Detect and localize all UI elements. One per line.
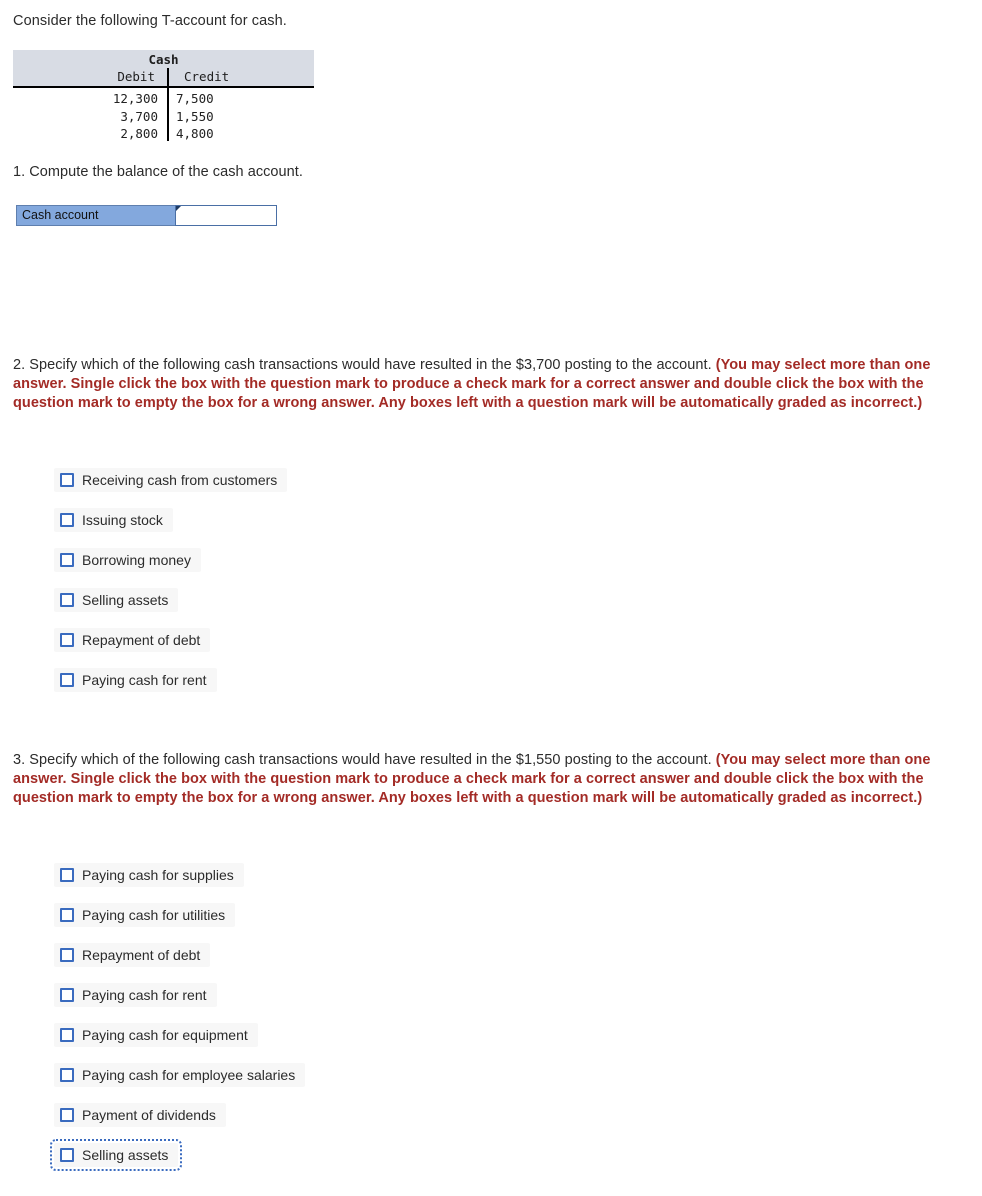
question-3-heading: 3. Specify which of the following cash t… xyxy=(13,751,963,809)
cash-account-label: Cash account xyxy=(16,205,176,226)
question-2-option-list: Receiving cash from customers Issuing st… xyxy=(54,468,288,708)
checkbox-icon[interactable] xyxy=(60,513,74,527)
option-row: Selling assets xyxy=(54,588,287,628)
option-row: Repayment of debt xyxy=(54,943,305,983)
list-item[interactable]: Paying cash for rent xyxy=(54,668,217,692)
list-item[interactable]: Payment of dividends xyxy=(54,1103,226,1127)
list-item[interactable]: Receiving cash from customers xyxy=(54,468,288,492)
option-label: Receiving cash from customers xyxy=(82,472,278,488)
option-label: Paying cash for equipment xyxy=(82,1027,248,1043)
option-label: Repayment of debt xyxy=(82,947,201,963)
checkbox-icon[interactable] xyxy=(60,988,74,1002)
list-item[interactable]: Paying cash for equipment xyxy=(54,1023,258,1047)
cash-account-answer-row: Cash account xyxy=(16,205,277,226)
column-header-credit: Credit xyxy=(184,69,230,84)
list-item[interactable]: Paying cash for rent xyxy=(54,983,217,1007)
option-row: Paying cash for utilities xyxy=(54,903,305,943)
question-2-heading-plain: 2. Specify which of the following cash t… xyxy=(13,357,716,373)
option-row: Selling assets xyxy=(49,1139,305,1183)
intro-text: Consider the following T-account for cas… xyxy=(13,13,287,29)
option-label: Paying cash for rent xyxy=(82,987,207,1003)
cash-account-balance-input[interactable] xyxy=(175,205,277,226)
list-item[interactable]: Issuing stock xyxy=(54,508,173,532)
option-label: Selling assets xyxy=(82,592,169,608)
checkbox-icon[interactable] xyxy=(60,948,74,962)
cell-debit: 12,300 xyxy=(112,91,158,106)
column-header-debit: Debit xyxy=(117,69,155,84)
checkbox-icon[interactable] xyxy=(60,868,74,882)
cash-account-input-wrap xyxy=(175,205,277,226)
checkbox-icon[interactable] xyxy=(60,593,74,607)
question-3-option-list: Paying cash for supplies Paying cash for… xyxy=(49,863,306,1183)
option-label: Paying cash for employee salaries xyxy=(82,1067,296,1083)
checkbox-icon[interactable] xyxy=(60,1068,74,1082)
option-row: Payment of dividends xyxy=(54,1103,305,1143)
list-item[interactable]: Repayment of debt xyxy=(54,628,211,652)
option-row: Paying cash for supplies xyxy=(54,863,305,903)
cell-credit: 4,800 xyxy=(176,126,214,141)
list-item[interactable]: Paying cash for employee salaries xyxy=(54,1063,306,1087)
checkbox-icon[interactable] xyxy=(60,1108,74,1122)
option-label: Payment of dividends xyxy=(82,1107,216,1123)
option-label: Borrowing money xyxy=(82,552,191,568)
t-account-header: Cash Debit Credit xyxy=(13,50,314,86)
list-item[interactable]: Paying cash for supplies xyxy=(54,863,244,887)
option-label: Issuing stock xyxy=(82,512,163,528)
t-account-column-headers: Debit Credit xyxy=(13,68,314,86)
option-row: Paying cash for equipment xyxy=(54,1023,305,1063)
checkbox-icon[interactable] xyxy=(60,1028,74,1042)
checkbox-icon[interactable] xyxy=(60,633,74,647)
checkbox-icon[interactable] xyxy=(60,673,74,687)
checkbox-icon[interactable] xyxy=(60,553,74,567)
option-label: Paying cash for supplies xyxy=(82,867,234,883)
checkbox-icon[interactable] xyxy=(60,908,74,922)
option-label: Selling assets xyxy=(82,1147,169,1163)
cell-debit: 2,800 xyxy=(120,126,158,141)
cell-credit: 7,500 xyxy=(176,91,214,106)
exercise-page: Consider the following T-account for cas… xyxy=(0,0,982,1196)
option-label: Repayment of debt xyxy=(82,632,201,648)
t-account-title: Cash xyxy=(148,52,179,67)
question-3-heading-plain: 3. Specify which of the following cash t… xyxy=(13,752,716,768)
list-item[interactable]: Repayment of debt xyxy=(54,943,211,967)
question-1-heading: 1. Compute the balance of the cash accou… xyxy=(13,164,303,180)
cell-credit: 1,550 xyxy=(176,108,214,124)
t-account-table: Cash Debit Credit 12,300 7,500 3,700 1,5… xyxy=(13,50,314,143)
checkbox-icon[interactable] xyxy=(60,1148,74,1162)
option-row: Issuing stock xyxy=(54,508,287,548)
option-row: Paying cash for rent xyxy=(54,668,287,708)
list-item[interactable]: Paying cash for utilities xyxy=(54,903,236,927)
list-item[interactable]: Selling assets xyxy=(49,1139,183,1171)
table-row: 2,800 4,800 xyxy=(13,125,314,143)
table-row: 12,300 7,500 xyxy=(13,90,314,108)
option-row: Repayment of debt xyxy=(54,628,287,668)
option-label: Paying cash for utilities xyxy=(82,907,226,923)
question-2-heading: 2. Specify which of the following cash t… xyxy=(13,356,963,414)
option-row: Borrowing money xyxy=(54,548,287,588)
t-account-body: 12,300 7,500 3,700 1,550 2,800 4,800 xyxy=(13,88,314,143)
cell-debit: 3,700 xyxy=(120,108,158,124)
option-row: Paying cash for employee salaries xyxy=(54,1063,306,1103)
list-item[interactable]: Selling assets xyxy=(54,588,179,612)
option-label: Paying cash for rent xyxy=(82,672,207,688)
table-row: 3,700 1,550 xyxy=(13,108,314,126)
list-item[interactable]: Borrowing money xyxy=(54,548,201,572)
option-row: Receiving cash from customers xyxy=(54,468,288,508)
option-row: Paying cash for rent xyxy=(54,983,305,1023)
checkbox-icon[interactable] xyxy=(60,473,74,487)
